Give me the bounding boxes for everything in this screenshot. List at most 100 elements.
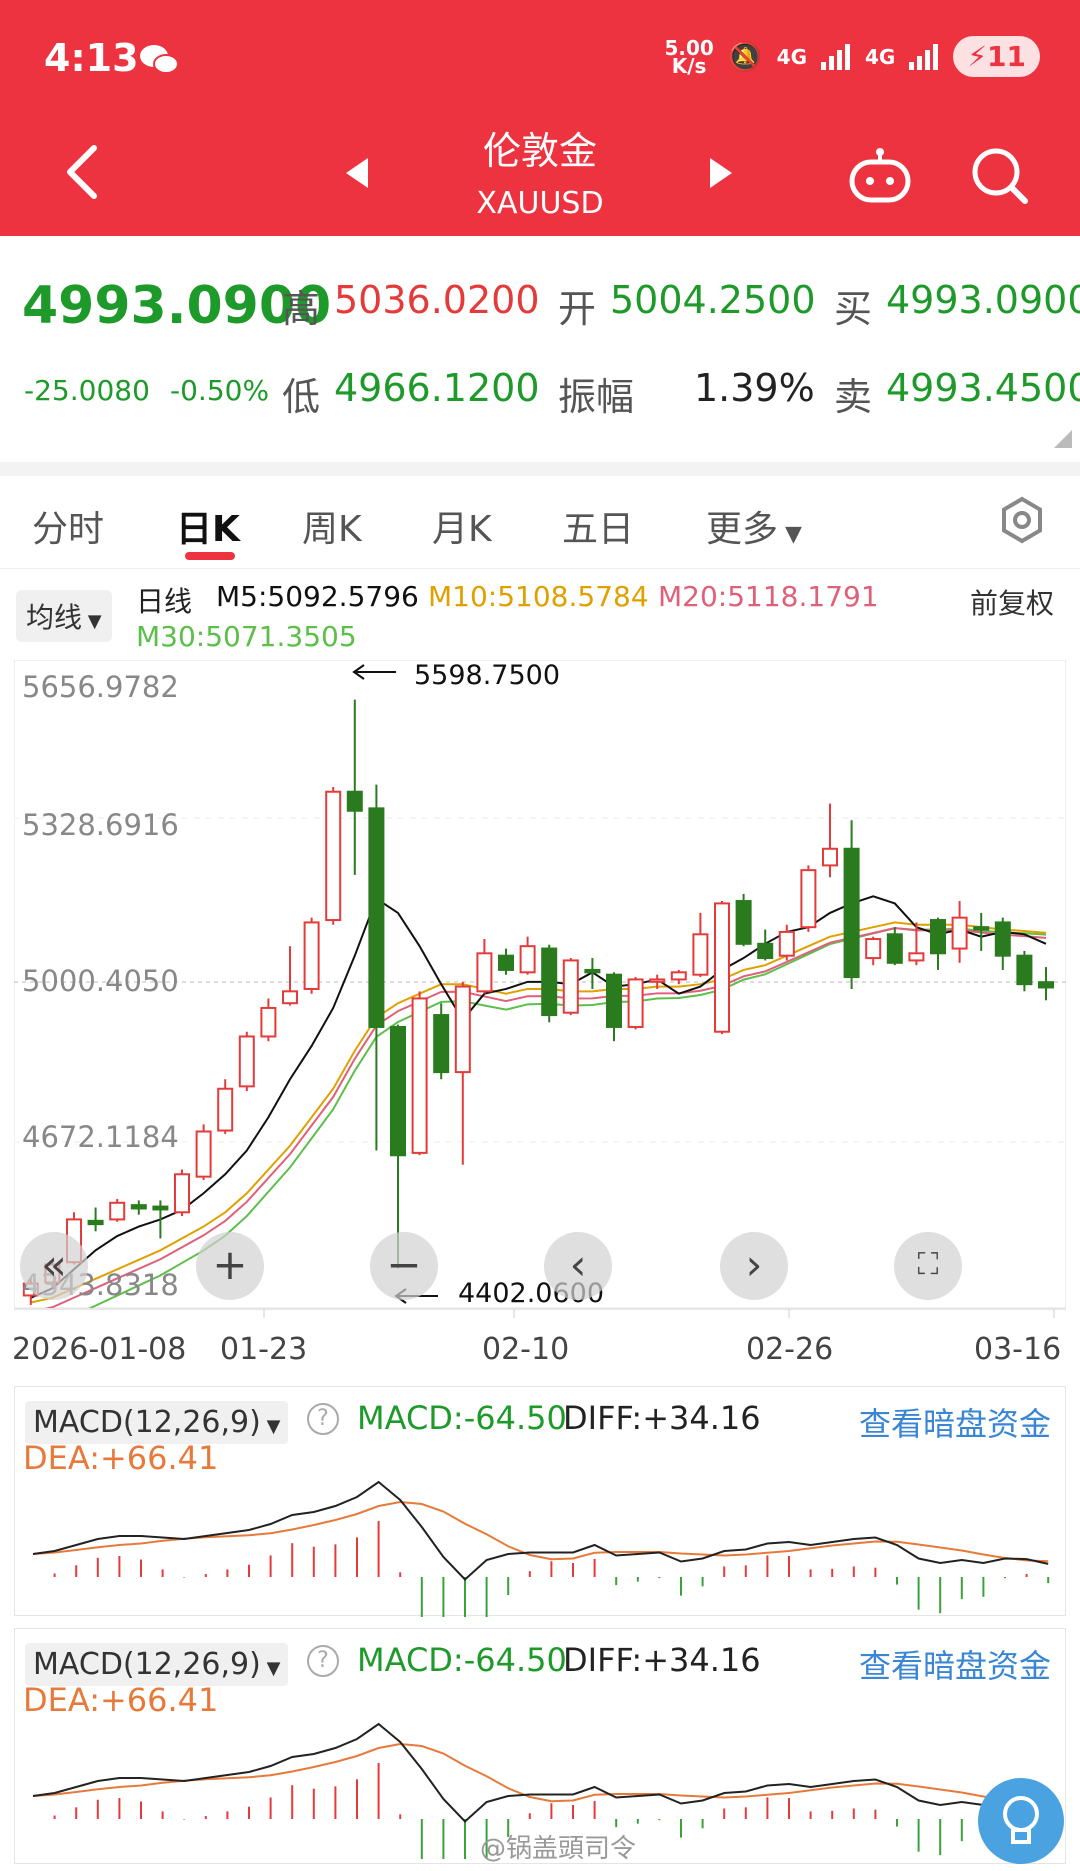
candle-body xyxy=(908,952,925,962)
sell-label: 卖 xyxy=(834,375,873,419)
help-icon[interactable]: ? xyxy=(307,1403,339,1435)
candle-body xyxy=(606,973,622,1028)
sell-value: 4993.4500 xyxy=(886,366,1080,410)
lightbulb-icon xyxy=(1003,1796,1039,1844)
buy-label: 买 xyxy=(834,287,873,331)
macd-value: MACD:-64.50 xyxy=(357,1399,567,1437)
app-header: 4:13 5.00 K/s 🔕 4G 4G ⚡11 伦敦金 XAUUSD xyxy=(0,0,1080,236)
candle-body xyxy=(886,933,903,964)
candle-body xyxy=(152,1205,169,1211)
fullscreen-button[interactable]: ⛶ xyxy=(894,1232,962,1300)
zoom-in-button[interactable]: + xyxy=(196,1232,264,1300)
candle-body xyxy=(930,919,946,955)
ma30-value: M30:5071.3505 xyxy=(136,620,357,653)
y-axis-label: 5328.6916 xyxy=(22,808,179,842)
y-axis-label: 5000.4050 xyxy=(22,964,179,998)
high-value: 5036.0200 xyxy=(334,278,540,322)
adjust-mode[interactable]: 前复权 xyxy=(970,582,1054,622)
dark-pool-funds-link[interactable]: 查看暗盘资金 xyxy=(859,1399,1051,1445)
candle-body xyxy=(800,869,817,929)
candle-body xyxy=(584,968,601,974)
candle-body xyxy=(541,947,558,1017)
ma5-value: M5:5092.5796 xyxy=(216,580,419,613)
candle-body xyxy=(217,1087,234,1132)
status-time: 4:13 xyxy=(44,36,139,80)
dark-pool-funds-link[interactable]: 查看暗盘资金 xyxy=(859,1641,1051,1687)
ma-type-label: 日线 xyxy=(136,585,193,618)
price-change-pct: -0.50% xyxy=(170,374,270,407)
amplitude-value: 1.39% xyxy=(694,366,815,410)
ma20-value: M20:5118.1791 xyxy=(658,580,879,613)
candle-body xyxy=(368,807,385,1028)
candle-body xyxy=(735,900,752,945)
candle-body xyxy=(130,1204,147,1210)
candle-body xyxy=(692,933,709,976)
tab-more[interactable]: 更多 ▼ xyxy=(706,500,802,552)
candle-body xyxy=(498,954,514,971)
candle-body xyxy=(822,847,838,867)
help-icon[interactable]: ? xyxy=(307,1645,339,1677)
candle-body xyxy=(778,930,795,957)
candle-body xyxy=(346,790,363,812)
date-label: 03-16 xyxy=(974,1332,1062,1367)
candle-body xyxy=(994,921,1011,957)
max-price-annotation: 5598.7500 xyxy=(414,660,561,691)
candle-body xyxy=(454,985,471,1074)
tab-monthly-k[interactable]: 月K xyxy=(432,500,492,552)
ma10-value: M10:5108.5784 xyxy=(428,580,649,613)
candle-body xyxy=(519,945,536,974)
signal-4g-label: 4G xyxy=(776,44,808,69)
chevron-down-icon: ▼ xyxy=(260,1416,281,1437)
tab-daily-k[interactable]: 日K xyxy=(176,500,240,552)
tab-intraday[interactable]: 分时 xyxy=(32,500,104,552)
zoom-out-button[interactable]: − xyxy=(370,1232,438,1300)
candle-body xyxy=(433,1014,450,1074)
expand-corner-icon[interactable] xyxy=(1054,430,1072,448)
tab-five-day[interactable]: 五日 xyxy=(562,500,634,552)
y-axis-label: 5656.9782 xyxy=(22,670,179,704)
battery-indicator: ⚡11 xyxy=(953,36,1040,77)
macd-value: MACD:-64.50 xyxy=(357,1641,567,1679)
candle-body xyxy=(865,938,882,960)
next-symbol-icon[interactable] xyxy=(708,156,734,190)
diff-value: DIFF:+34.16 xyxy=(563,1641,761,1679)
search-icon[interactable] xyxy=(970,146,1030,206)
signal-4g-label-2: 4G xyxy=(865,44,896,69)
rewind-button[interactable]: « xyxy=(20,1232,88,1300)
candle-body xyxy=(303,921,320,990)
open-label: 开 xyxy=(558,287,597,331)
candle-body xyxy=(843,847,860,979)
price-change: -25.0080 xyxy=(24,374,150,407)
idea-lightbulb-button[interactable] xyxy=(978,1778,1064,1864)
macd-dropdown[interactable]: MACD(12,26,9) ▼ xyxy=(25,1401,289,1444)
scroll-right-button[interactable]: › xyxy=(720,1232,788,1300)
candle-body xyxy=(87,1219,104,1226)
macd-panel: MACD(12,26,9) ▼ ? MACD:-64.50 DIFF:+34.1… xyxy=(14,1386,1066,1617)
settings-hexagon-icon[interactable] xyxy=(998,496,1046,544)
candle-body xyxy=(411,997,428,1154)
candle-body xyxy=(670,971,687,981)
symbol-title: 伦敦金 xyxy=(482,129,597,173)
date-label: 2026-01-08 xyxy=(12,1332,187,1367)
signal-icon xyxy=(821,43,851,70)
tab-weekly-k[interactable]: 周K xyxy=(302,500,362,552)
signal-icon-2 xyxy=(909,43,939,70)
macd-dropdown[interactable]: MACD(12,26,9) ▼ xyxy=(25,1643,289,1686)
tab-divider xyxy=(0,568,1080,569)
watermark: @锅盖頭司令 xyxy=(480,1834,637,1864)
low-value: 4966.1200 xyxy=(334,366,540,410)
candle-body xyxy=(757,942,774,960)
ma-dropdown[interactable]: 均线 ▼ xyxy=(16,590,112,642)
candle-body xyxy=(562,959,579,1014)
robot-assistant-icon[interactable] xyxy=(848,146,912,204)
low-label: 低 xyxy=(282,375,321,419)
candle-body xyxy=(1038,981,1054,989)
candle-body xyxy=(174,1173,190,1214)
chevron-down-icon: ▼ xyxy=(260,1658,281,1679)
mute-icon: 🔕 xyxy=(727,40,763,73)
scroll-left-button[interactable]: ‹ xyxy=(544,1232,612,1300)
candle-body xyxy=(390,1025,406,1157)
diff-line xyxy=(32,1480,1049,1581)
macd-chart xyxy=(32,1480,1050,1617)
chevron-down-icon: ▼ xyxy=(778,522,802,547)
